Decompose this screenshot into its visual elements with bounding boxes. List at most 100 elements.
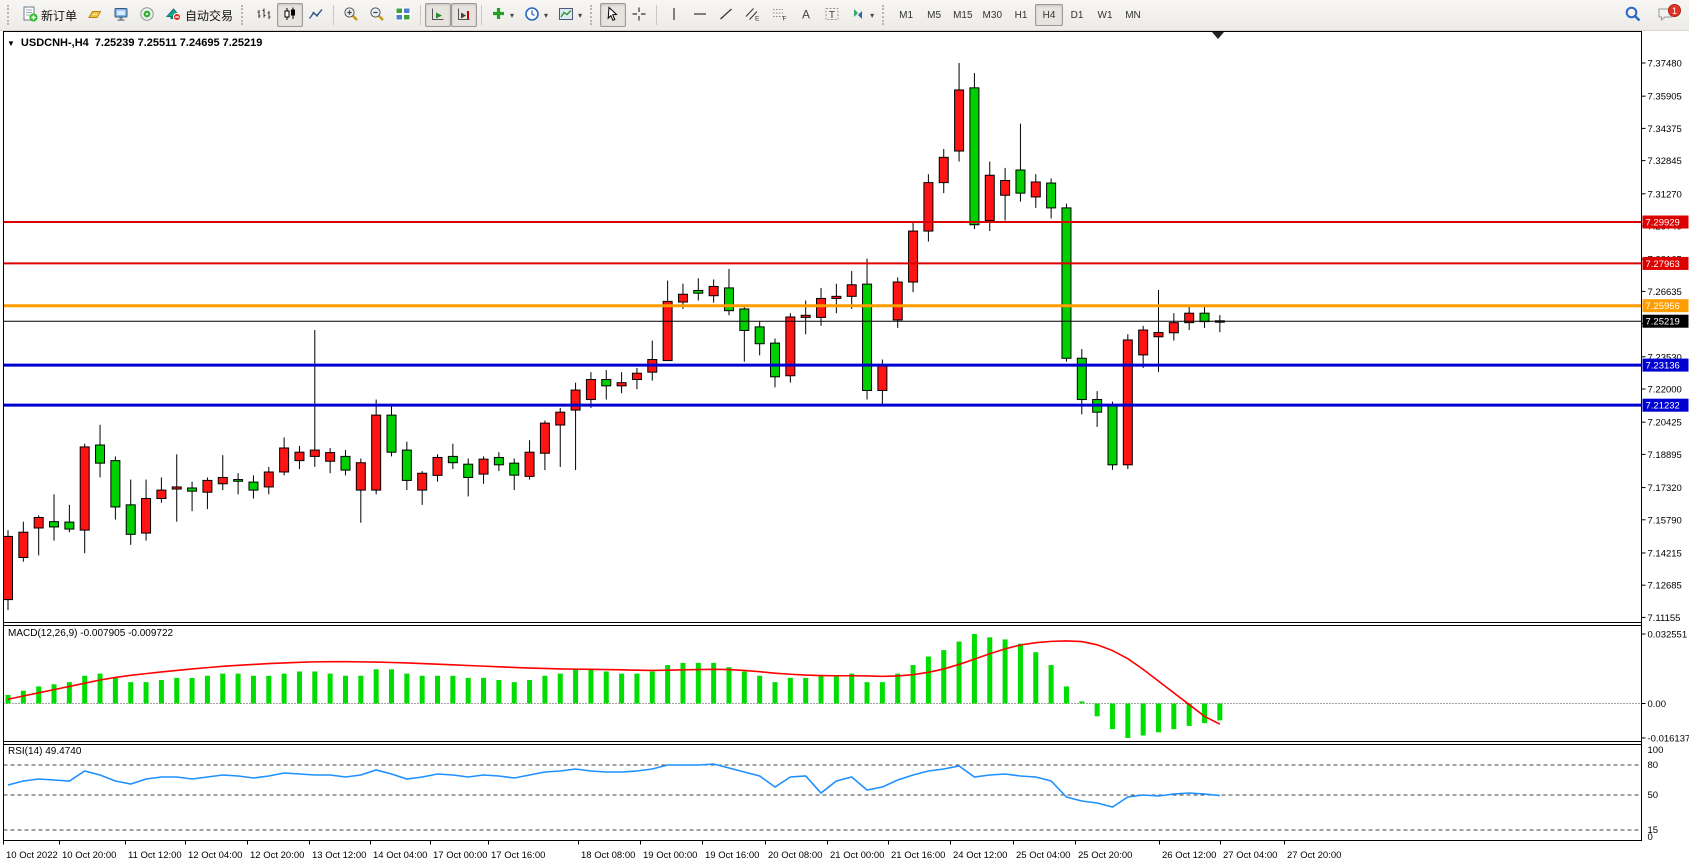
macd-histogram-bar xyxy=(282,674,287,704)
macd-histogram-bar xyxy=(1141,704,1146,736)
trendline-tool-button[interactable] xyxy=(713,3,739,27)
price-tick-label: 7.35905 xyxy=(1648,92,1682,103)
macd-histogram-bar xyxy=(36,686,41,703)
candle xyxy=(249,482,258,490)
bar-chart-button[interactable] xyxy=(251,3,277,27)
macd-histogram-bar xyxy=(297,671,302,703)
candle xyxy=(556,412,565,425)
macd-histogram-bar xyxy=(52,684,57,703)
webtrader-icon xyxy=(113,6,129,25)
macd-indicator-label: MACD(12,26,9) -0.007905 -0.009722 xyxy=(8,628,173,639)
candlestick-chart-button[interactable] xyxy=(277,3,303,27)
candle xyxy=(586,380,595,400)
time-tick-label: 13 Oct 12:00 xyxy=(312,850,366,861)
candle xyxy=(326,453,335,462)
chat-unread-badge: 1 xyxy=(1668,4,1681,17)
search-button[interactable] xyxy=(1619,3,1647,27)
timeframe-m1-button[interactable]: M1 xyxy=(892,4,920,26)
new-order-button[interactable]: 新订单 xyxy=(17,3,82,27)
timeframe-mn-button[interactable]: MN xyxy=(1119,4,1147,26)
timeframe-d1-button[interactable]: D1 xyxy=(1063,4,1091,26)
zoom-out-button[interactable] xyxy=(364,3,390,27)
price-axis: 7.374807.359057.343757.328457.312707.297… xyxy=(1642,59,1689,844)
candle xyxy=(1001,181,1010,196)
text-label-tool-button[interactable]: T xyxy=(819,3,845,27)
svg-text:T: T xyxy=(829,9,836,21)
autotrading-button[interactable]: 自动交易 xyxy=(160,3,238,27)
macd-histogram-bar xyxy=(236,674,241,704)
macd-histogram-bar xyxy=(941,650,946,703)
macd-histogram-bar xyxy=(1156,704,1161,733)
candle xyxy=(1062,208,1071,358)
macd-histogram-bar xyxy=(1079,701,1084,703)
candle xyxy=(1154,333,1163,337)
time-tick-label: 10 Oct 2022 xyxy=(6,850,58,861)
chart-symbol-period: USDCNH-,H4 xyxy=(21,37,89,49)
macd-histogram-bar xyxy=(82,676,87,704)
toolbar-right-tools: 1 xyxy=(1619,3,1685,27)
macd-histogram-bar xyxy=(819,676,824,704)
cursor-button[interactable] xyxy=(600,3,626,27)
webtrader-button[interactable] xyxy=(108,3,134,27)
macd-histogram-bar xyxy=(512,682,517,703)
time-tick-label: 12 Oct 04:00 xyxy=(188,850,242,861)
auto-scroll-icon xyxy=(430,6,446,25)
fibonacci-tool-button[interactable]: F xyxy=(766,3,793,27)
plot-border xyxy=(4,32,1642,841)
macd-histogram-bar xyxy=(926,657,931,704)
periods-button[interactable]: ▾ xyxy=(519,3,553,27)
vertical-line-tool-button[interactable] xyxy=(661,3,687,27)
price-badge-label: 7.25956 xyxy=(1646,301,1680,312)
chart-canvas[interactable]: 7.374807.359057.343757.328457.312707.297… xyxy=(0,31,1689,868)
signals-button[interactable] xyxy=(134,3,160,27)
candle xyxy=(985,175,994,220)
timeframe-m15-button[interactable]: M15 xyxy=(948,4,977,26)
candle xyxy=(1139,330,1148,355)
macd-histogram-bar xyxy=(220,674,225,704)
price-tick-label: 7.18895 xyxy=(1648,450,1682,461)
candle xyxy=(694,290,703,293)
arrows-tool-button[interactable]: ▾ xyxy=(845,3,879,27)
candles-layer xyxy=(4,63,1225,610)
macd-histogram-bar xyxy=(1018,644,1023,704)
tile-windows-button[interactable] xyxy=(390,3,416,27)
macd-histogram-bar xyxy=(312,671,317,703)
timeframe-m5-button[interactable]: M5 xyxy=(920,4,948,26)
chart-shift-marker-icon[interactable] xyxy=(1212,32,1224,39)
templates-button[interactable]: ▾ xyxy=(553,3,587,27)
candle xyxy=(494,457,503,464)
timeframe-h4-button[interactable]: H4 xyxy=(1035,4,1063,26)
macd-histogram-bar xyxy=(1171,704,1176,730)
indicators-button[interactable]: ▾ xyxy=(486,3,519,27)
timeframe-m30-button[interactable]: M30 xyxy=(978,4,1007,26)
arrows-icon xyxy=(850,6,866,25)
chat-button[interactable]: 1 xyxy=(1653,4,1679,26)
price-tick-label: 7.22000 xyxy=(1648,385,1682,396)
candle xyxy=(142,499,151,534)
text-label-icon: T xyxy=(824,6,840,25)
dropdown-arrow-icon: ▾ xyxy=(544,11,548,20)
macd-histogram-bar xyxy=(834,676,839,704)
text-tool-button[interactable]: A xyxy=(793,3,819,27)
crosshair-button[interactable] xyxy=(626,3,652,27)
price-tick-label: 7.37480 xyxy=(1648,59,1682,70)
candle xyxy=(724,288,733,311)
zoom-in-button[interactable] xyxy=(338,3,364,27)
line-chart-button[interactable] xyxy=(303,3,329,27)
macd-histogram-bar xyxy=(1033,652,1038,703)
macd-histogram-bar xyxy=(742,671,747,703)
macd-histogram-bar xyxy=(957,642,962,704)
horizontal-line-tool-button[interactable] xyxy=(687,3,713,27)
timeframe-h1-button[interactable]: H1 xyxy=(1007,4,1035,26)
chart-shift-button[interactable] xyxy=(451,3,477,27)
auto-scroll-button[interactable] xyxy=(425,3,451,27)
timeframe-w1-button[interactable]: W1 xyxy=(1091,4,1119,26)
chart-title-dropdown-icon[interactable]: ▼ xyxy=(7,39,15,48)
funds-button[interactable] xyxy=(82,3,108,27)
channel-tool-button[interactable]: E xyxy=(739,3,766,27)
candle xyxy=(924,183,933,231)
rsi-level-label: 80 xyxy=(1648,760,1659,771)
cursor-icon xyxy=(605,6,621,25)
toolbar-grip xyxy=(882,5,887,25)
candle xyxy=(525,452,534,476)
